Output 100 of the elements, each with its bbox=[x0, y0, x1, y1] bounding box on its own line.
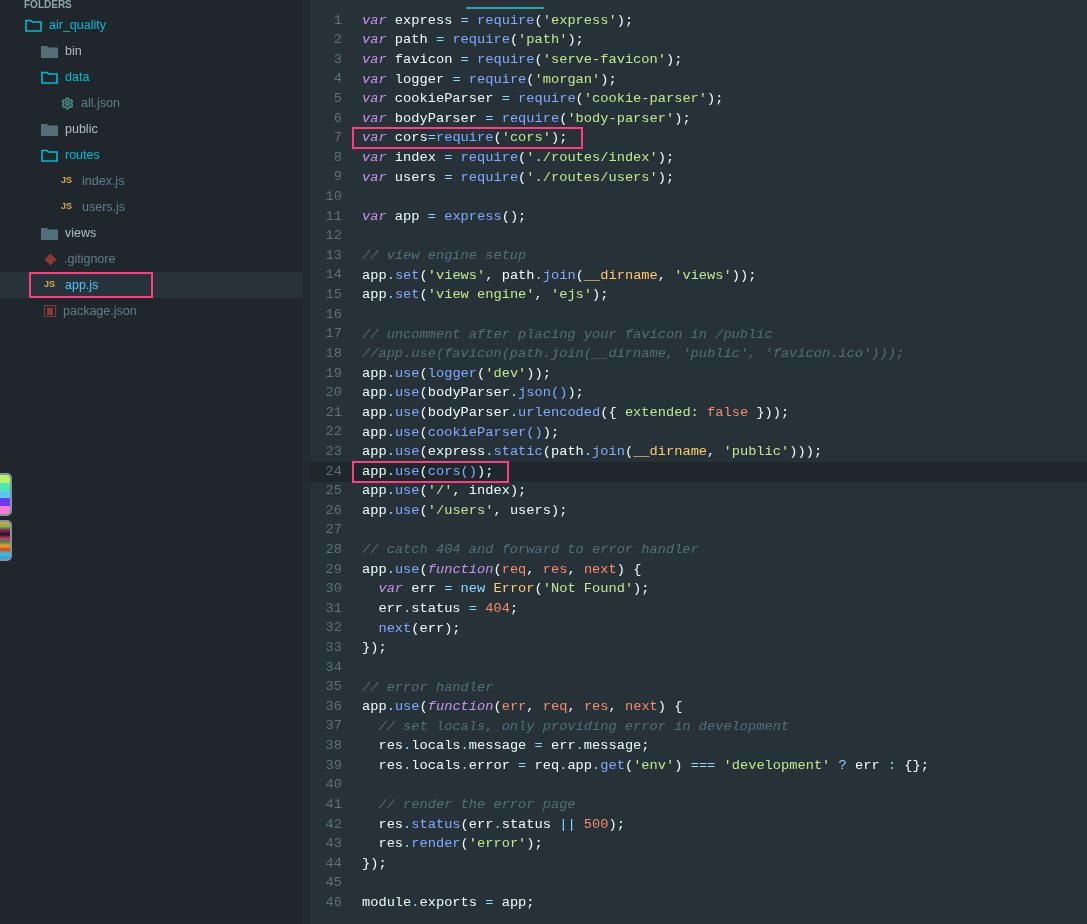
file-name[interactable]: index.js bbox=[82, 171, 125, 191]
line-number: 6 bbox=[332, 109, 342, 128]
line-number: 18 bbox=[324, 344, 342, 363]
line-number: 12 bbox=[324, 227, 342, 246]
code-line: app.use(function(req, res, next) { bbox=[362, 560, 642, 579]
code-line: }); bbox=[362, 855, 387, 873]
code-line: var logger = require('morgan'); bbox=[362, 70, 617, 89]
line-number: 7 bbox=[332, 129, 342, 148]
folder-name[interactable]: data bbox=[65, 67, 90, 87]
code-line: var cookieParser = require('cookie-parser'); bbox=[362, 90, 724, 109]
js-file-icon: JS bbox=[44, 278, 58, 292]
folder-icon bbox=[41, 70, 58, 84]
sidebar-header: FOLDERS bbox=[23, 0, 73, 12]
line-number: 26 bbox=[324, 501, 342, 520]
line-number: 46 bbox=[324, 893, 342, 912]
folder-name[interactable]: routes bbox=[65, 145, 100, 165]
line-number: 13 bbox=[324, 246, 342, 265]
file-name[interactable]: .gitignore bbox=[64, 249, 116, 269]
line-number: 24 bbox=[324, 462, 342, 481]
line-number: 8 bbox=[332, 148, 342, 167]
file-name[interactable]: users.js bbox=[82, 197, 126, 217]
line-number: 32 bbox=[324, 619, 342, 638]
line-number: 33 bbox=[324, 639, 342, 658]
color-palette-strip[interactable] bbox=[0, 473, 12, 516]
code-line: err.status = 404; bbox=[377, 600, 519, 619]
code-line: app.set('view engine', 'ejs'); bbox=[362, 286, 609, 305]
code-line: // set locals, only providing error in development bbox=[377, 717, 790, 736]
code-line: module.exports = app; bbox=[362, 894, 535, 913]
line-number: 3 bbox=[332, 50, 342, 69]
code-line: // error handler bbox=[362, 678, 494, 697]
file-name[interactable]: all.json bbox=[81, 93, 120, 113]
code-line: app.use(express.static(path.join(__dirname, 'public'))); bbox=[362, 443, 823, 462]
code-line: var users = require('./routes/users'); bbox=[362, 168, 675, 187]
code-line: res.locals.error = req.app.get('env') === 'development' ? err : {}; bbox=[377, 756, 929, 775]
code-line: //app.use(favicon(path.join(__dirname, 'public', 'favicon.ico'))); bbox=[362, 345, 905, 364]
line-number: 1 bbox=[332, 11, 342, 30]
line-number: 38 bbox=[324, 737, 342, 756]
folder-icon bbox=[25, 18, 42, 32]
code-line: app.use(bodyParser.json()); bbox=[362, 384, 584, 403]
code-line: res.render('error'); bbox=[377, 835, 543, 854]
folder-name[interactable]: air_quality bbox=[49, 15, 106, 35]
code-line: // uncomment after placing your favicon in /public bbox=[362, 325, 773, 344]
line-number: 14 bbox=[324, 266, 342, 285]
file-name[interactable]: package.json bbox=[63, 301, 137, 321]
selected-file-row[interactable]: JS app.js bbox=[0, 272, 302, 298]
line-number: 45 bbox=[324, 874, 342, 893]
code-line: app.use('/', index); bbox=[362, 482, 527, 501]
code-line: }); bbox=[362, 639, 387, 658]
code-line: next(err); bbox=[377, 619, 461, 638]
line-number: 21 bbox=[324, 403, 342, 422]
line-number: 28 bbox=[324, 541, 342, 559]
code-line: app.use(function(err, req, res, next) { bbox=[362, 698, 683, 717]
folder-icon bbox=[41, 148, 58, 162]
code-line: // catch 404 and forward to error handler bbox=[362, 541, 699, 560]
folder-name[interactable]: views bbox=[65, 223, 97, 243]
line-number: 23 bbox=[324, 442, 342, 461]
code-line: var path = require('path'); bbox=[362, 31, 584, 50]
line-number: 40 bbox=[324, 776, 342, 795]
code-line: app.use(cookieParser()); bbox=[362, 423, 560, 442]
folder-name[interactable]: public bbox=[65, 119, 98, 139]
code-line: // view engine setup bbox=[362, 247, 527, 266]
line-number: 30 bbox=[324, 580, 342, 599]
line-number: 36 bbox=[324, 697, 342, 716]
line-number: 15 bbox=[324, 286, 342, 305]
line-number: 39 bbox=[324, 756, 342, 775]
code-line: // render the error page bbox=[377, 796, 576, 815]
gear-icon bbox=[61, 96, 74, 110]
folder-icon bbox=[41, 44, 58, 58]
line-number: 11 bbox=[324, 207, 342, 226]
line-number: 22 bbox=[324, 423, 342, 442]
line-number: 31 bbox=[324, 599, 342, 618]
code-line: app.use('/users', users); bbox=[362, 502, 568, 521]
line-number: 43 bbox=[324, 835, 342, 854]
file-name[interactable]: app.js bbox=[65, 275, 99, 295]
code-line: var bodyParser = require('body-parser'); bbox=[362, 109, 691, 128]
code-line: app.set('views', path.join(__dirname, 'views')); bbox=[362, 266, 757, 285]
git-diamond-icon bbox=[44, 252, 57, 266]
js-file-icon: JS bbox=[61, 200, 75, 214]
code-line: var err = new Error('Not Found'); bbox=[377, 580, 650, 599]
code-line: app.use(bodyParser.urlencoded({ extended: false })); bbox=[362, 404, 790, 422]
color-palette-strip[interactable] bbox=[0, 520, 12, 561]
folder-name[interactable]: bin bbox=[65, 41, 82, 61]
line-number: 25 bbox=[324, 482, 342, 501]
line-number: 17 bbox=[324, 325, 342, 344]
line-number: 9 bbox=[332, 168, 342, 187]
line-number: 41 bbox=[324, 795, 342, 814]
line-number: 2 bbox=[332, 31, 342, 50]
line-number: 19 bbox=[324, 364, 342, 383]
line-number: 5 bbox=[332, 89, 342, 108]
line-number: 16 bbox=[324, 305, 342, 324]
code-line: var express = require('express'); bbox=[362, 11, 634, 30]
package-icon bbox=[44, 305, 56, 317]
line-number: 42 bbox=[324, 815, 342, 834]
code-line: res.locals.message = err.message; bbox=[377, 737, 650, 756]
js-file-icon: JS bbox=[61, 174, 75, 188]
folder-icon bbox=[41, 122, 58, 136]
line-number: 44 bbox=[324, 854, 342, 873]
line-number: 35 bbox=[324, 678, 342, 697]
line-number: 29 bbox=[324, 560, 342, 579]
code-line: var index = require('./routes/index'); bbox=[362, 149, 675, 168]
